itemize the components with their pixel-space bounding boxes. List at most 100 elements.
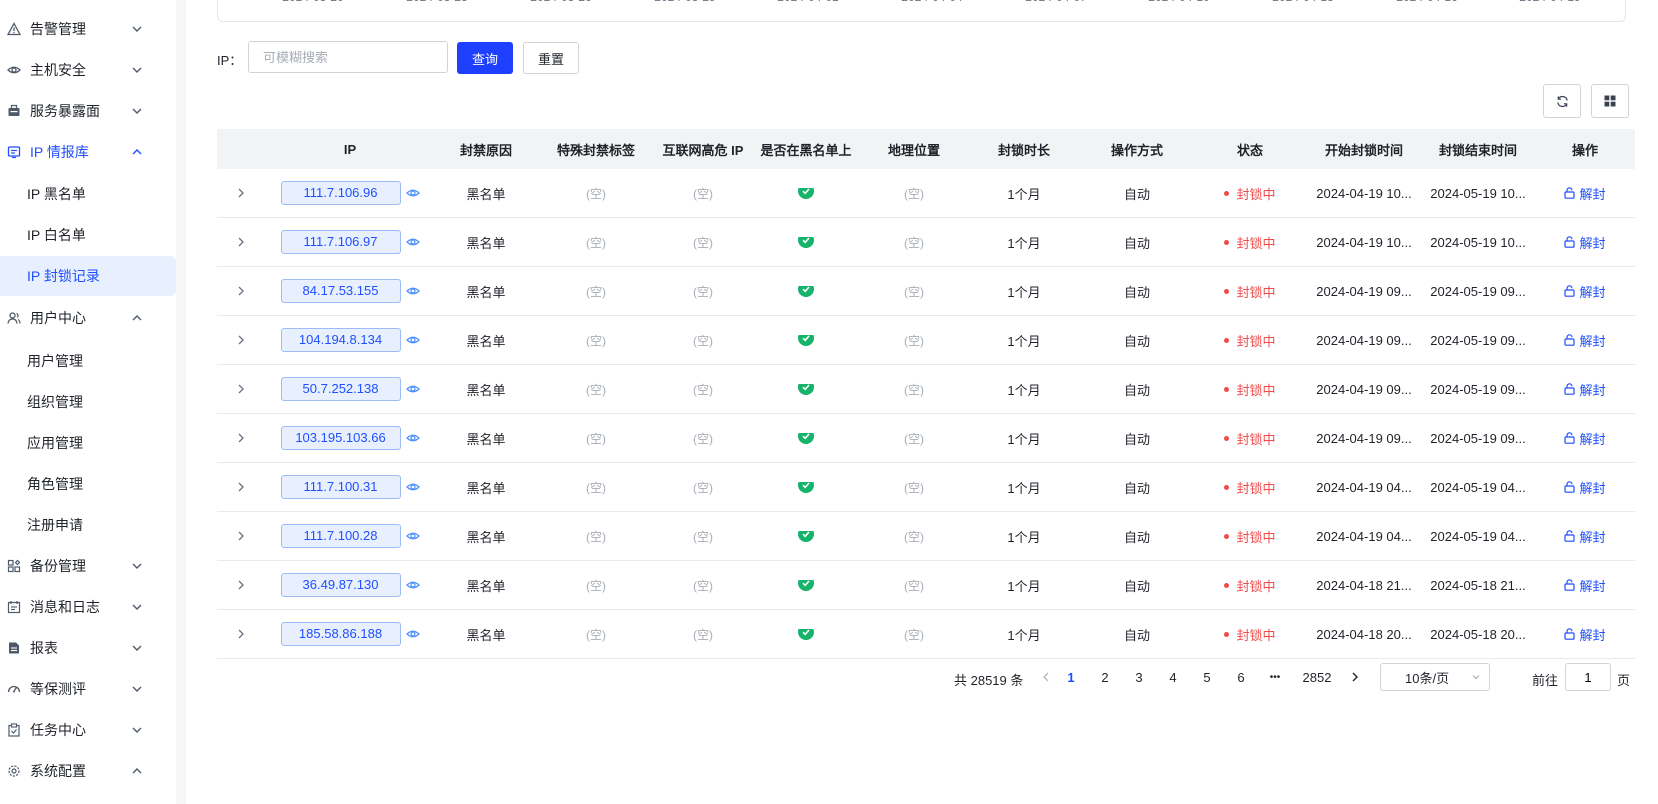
ip-tag[interactable]: 36.49.87.130 xyxy=(280,573,401,597)
view-eye-icon[interactable] xyxy=(405,382,420,396)
view-eye-icon[interactable] xyxy=(405,431,420,445)
block-reason: 黑名单 xyxy=(466,480,506,496)
sidebar-group-system-config[interactable]: 系统配置 xyxy=(0,752,176,790)
view-eye-icon[interactable] xyxy=(405,186,420,200)
start-time: 2024-04-19 09... xyxy=(1316,381,1412,397)
check-circle-icon xyxy=(798,579,814,591)
reset-button[interactable]: 重置 xyxy=(523,42,579,74)
sidebar-group-backup[interactable]: 备份管理 xyxy=(0,547,176,585)
block-duration: 1个月 xyxy=(1007,235,1041,251)
sidebar-group-host-security[interactable]: 主机安全 xyxy=(0,51,176,89)
ip-tag[interactable]: 104.194.8.134 xyxy=(280,328,401,352)
unblock-button[interactable]: 解封 xyxy=(1564,233,1606,252)
page-size-select[interactable]: 10条/页 xyxy=(1380,663,1490,691)
operation-method: 自动 xyxy=(1123,186,1150,202)
expand-row-button[interactable] xyxy=(217,579,265,591)
view-eye-icon[interactable] xyxy=(405,284,420,298)
page-3[interactable]: 3 xyxy=(1127,663,1151,693)
ip-tag[interactable]: 111.7.106.96 xyxy=(280,181,401,205)
unblock-button[interactable]: 解封 xyxy=(1564,331,1606,350)
expand-row-button[interactable] xyxy=(217,334,265,346)
sidebar-item-org-management[interactable]: 组织管理 xyxy=(0,382,176,422)
goto-page-input[interactable] xyxy=(1565,663,1611,691)
ip-tag[interactable]: 111.7.100.31 xyxy=(280,475,401,499)
expand-row-button[interactable] xyxy=(217,628,265,640)
unblock-button[interactable]: 解封 xyxy=(1564,282,1606,301)
page-ellipsis[interactable]: ••• xyxy=(1263,663,1287,693)
page-last[interactable]: 2852 xyxy=(1299,663,1335,693)
sidebar-group-reports[interactable]: 报表 xyxy=(0,629,176,667)
sidebar-item-app-management[interactable]: 应用管理 xyxy=(0,423,176,463)
ip-tag[interactable]: 103.195.103.66 xyxy=(280,426,401,450)
block-reason: 黑名单 xyxy=(466,529,506,545)
expand-row-button[interactable] xyxy=(217,432,265,444)
expand-row-button[interactable] xyxy=(217,383,265,395)
operation-method: 自动 xyxy=(1123,529,1150,545)
geo-location-empty: (空) xyxy=(904,382,924,397)
ip-tag[interactable]: 111.7.100.28 xyxy=(280,524,401,548)
unblock-button[interactable]: 解封 xyxy=(1564,625,1606,644)
column-settings-button[interactable] xyxy=(1591,84,1629,118)
sidebar-group-messages-logs[interactable]: 消息和日志 xyxy=(0,588,176,626)
header-high-risk-ip: 互联网高危 IP xyxy=(662,142,744,158)
unblock-button[interactable]: 解封 xyxy=(1564,380,1606,399)
header-ip: IP xyxy=(343,141,357,157)
sidebar-item-ip-whitelist[interactable]: IP 白名单 xyxy=(0,215,176,255)
status-badge: 封锁中 xyxy=(1236,235,1276,251)
ip-tag[interactable]: 84.17.53.155 xyxy=(280,279,401,303)
sidebar-group-label: 告警管理 xyxy=(30,21,86,37)
expand-row-button[interactable] xyxy=(217,481,265,493)
ip-tag[interactable]: 185.58.86.188 xyxy=(280,622,401,646)
page-1[interactable]: 1 xyxy=(1059,663,1083,693)
sidebar-item-registration-requests[interactable]: 注册申请 xyxy=(0,505,176,545)
page-4[interactable]: 4 xyxy=(1161,663,1185,693)
refresh-button[interactable] xyxy=(1543,84,1581,118)
unblock-button[interactable]: 解封 xyxy=(1564,429,1606,448)
next-page-button[interactable] xyxy=(1350,671,1360,683)
view-eye-icon[interactable] xyxy=(405,235,420,249)
table-row: 111.7.100.31 黑名单 (空) (空) (空) 1个月 自动 封锁中 2024-04-… xyxy=(217,463,1635,512)
unblock-button[interactable]: 解封 xyxy=(1564,478,1606,497)
prev-page-button[interactable] xyxy=(1041,671,1051,683)
operation-method: 自动 xyxy=(1123,382,1150,398)
sidebar-item-role-management[interactable]: 角色管理 xyxy=(0,464,176,504)
sidebar-item-ip-blacklist[interactable]: IP 黑名单 xyxy=(0,174,176,214)
sidebar-item-user-management[interactable]: 用户管理 xyxy=(0,341,176,381)
sidebar-group-alerts[interactable]: 告警管理 xyxy=(0,10,176,48)
sidebar-group-exposure[interactable]: 服务暴露面 xyxy=(0,92,176,130)
status-badge: 封锁中 xyxy=(1236,284,1276,300)
page-6[interactable]: 6 xyxy=(1229,663,1253,693)
high-risk-empty: (空) xyxy=(693,431,713,446)
expand-row-button[interactable] xyxy=(217,285,265,297)
expand-row-button[interactable] xyxy=(217,236,265,248)
ip-tag[interactable]: 50.7.252.138 xyxy=(280,377,401,401)
table-row: 111.7.106.96 黑名单 (空) (空) (空) 1个月 自动 封锁中 2024-04-… xyxy=(217,169,1635,218)
check-circle-icon xyxy=(798,236,814,248)
view-eye-icon[interactable] xyxy=(405,627,420,641)
unblock-label: 解封 xyxy=(1579,186,1606,202)
end-time: 2024-05-19 09... xyxy=(1430,332,1526,348)
block-reason: 黑名单 xyxy=(466,284,506,300)
sidebar-group-task-center[interactable]: 任务中心 xyxy=(0,711,176,749)
unblock-button[interactable]: 解封 xyxy=(1564,576,1606,595)
page-5[interactable]: 5 xyxy=(1195,663,1219,693)
ip-tag[interactable]: 111.7.106.97 xyxy=(280,230,401,254)
page-2[interactable]: 2 xyxy=(1093,663,1117,693)
ip-search-input[interactable] xyxy=(248,41,448,73)
expand-row-button[interactable] xyxy=(217,530,265,542)
view-eye-icon[interactable] xyxy=(405,333,420,347)
unblock-button[interactable]: 解封 xyxy=(1564,184,1606,203)
sidebar-group-user-center[interactable]: 用户中心 xyxy=(0,299,176,337)
start-time: 2024-04-18 20... xyxy=(1316,626,1412,642)
view-eye-icon[interactable] xyxy=(405,529,420,543)
block-reason: 黑名单 xyxy=(466,578,506,594)
unblock-button[interactable]: 解封 xyxy=(1564,527,1606,546)
sidebar-group-ip-intel[interactable]: IP 情报库 xyxy=(0,133,176,171)
view-eye-icon[interactable] xyxy=(405,578,420,592)
block-duration: 1个月 xyxy=(1007,529,1041,545)
view-eye-icon[interactable] xyxy=(405,480,420,494)
sidebar-group-compliance-assessment[interactable]: 等保测评 xyxy=(0,670,176,708)
query-button[interactable]: 查询 xyxy=(457,42,513,74)
sidebar-item-ip-block-records[interactable]: IP 封锁记录 xyxy=(0,256,176,296)
expand-row-button[interactable] xyxy=(217,187,265,199)
